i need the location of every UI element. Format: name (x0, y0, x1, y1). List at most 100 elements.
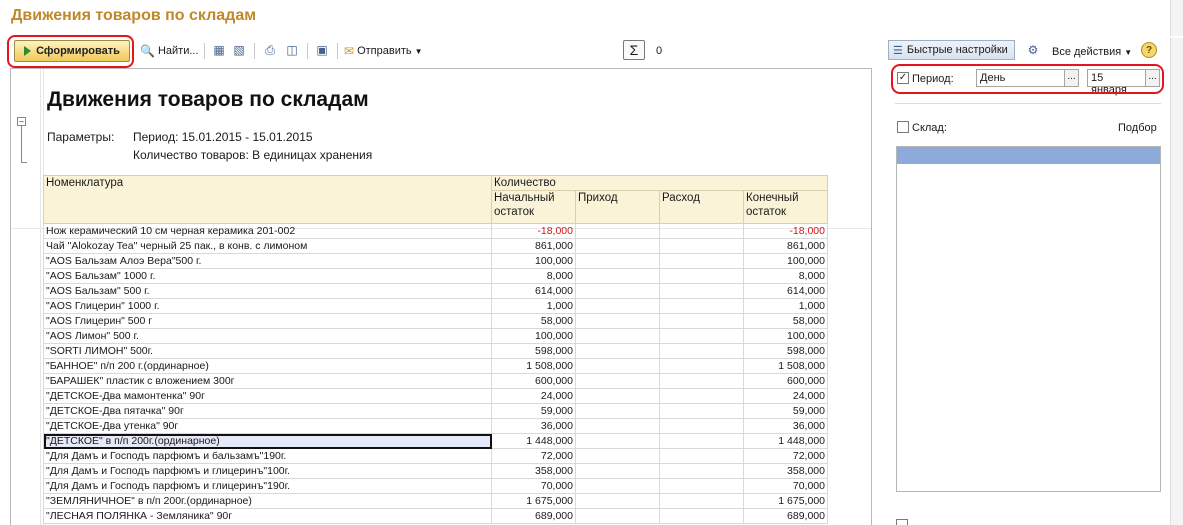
cell-in[interactable] (575, 478, 660, 494)
cell-name[interactable]: "AOS Бальзам Алоэ Вера"500 г. (43, 253, 492, 269)
cell-start[interactable]: 358,000 (491, 463, 576, 479)
cell-in[interactable] (575, 463, 660, 479)
cell-name[interactable]: "Для Дамъ и Господъ парфюмъ и бальзамъ"1… (43, 448, 492, 464)
cell-out[interactable] (659, 358, 744, 374)
cell-in[interactable] (575, 223, 660, 239)
cell-out[interactable] (659, 493, 744, 509)
cell-name[interactable]: "БАРАШЕК" пластик с вложением 300г (43, 373, 492, 389)
cell-name[interactable]: "AOS Бальзам" 1000 г. (43, 268, 492, 284)
cell-start[interactable]: 1 508,000 (491, 358, 576, 374)
cell-end[interactable]: 600,000 (743, 373, 828, 389)
cell-out[interactable] (659, 343, 744, 359)
table-row[interactable]: "ЗЕМЛЯНИЧНОЕ" в п/п 200г.(ординарное) 1 6… (43, 493, 828, 509)
cell-in[interactable] (575, 298, 660, 314)
cell-in[interactable] (575, 238, 660, 254)
cell-in[interactable] (575, 388, 660, 404)
cell-in[interactable] (575, 313, 660, 329)
cell-end[interactable]: 1 508,000 (743, 358, 828, 374)
print-preview-icon[interactable]: ◫ (284, 42, 300, 58)
cell-start[interactable]: 614,000 (491, 283, 576, 299)
cell-in[interactable] (575, 433, 660, 449)
send-button[interactable]: ✉ Отправить ▼ (344, 41, 423, 61)
cell-start[interactable]: 1 675,000 (491, 493, 576, 509)
find-button[interactable]: 🔍 Найти... (140, 41, 199, 61)
cell-start[interactable]: 72,000 (491, 448, 576, 464)
cell-start[interactable]: 70,000 (491, 478, 576, 494)
cell-name[interactable]: "AOS Бальзам" 500 г. (43, 283, 492, 299)
cell-name[interactable]: "ЗЕМЛЯНИЧНОЕ" в п/п 200г.(ординарное) (43, 493, 492, 509)
cell-in[interactable] (575, 448, 660, 464)
cell-end[interactable]: 1,000 (743, 298, 828, 314)
cell-end[interactable]: 8,000 (743, 268, 828, 284)
cell-start[interactable]: 100,000 (491, 253, 576, 269)
cell-start[interactable]: 1,000 (491, 298, 576, 314)
table-row[interactable]: Нож керамический 10 см черная керамика 2… (43, 223, 828, 239)
cell-start[interactable]: 689,000 (491, 508, 576, 524)
cell-out[interactable] (659, 388, 744, 404)
table-row[interactable]: "ДЕТСКОЕ" в п/п 200г.(ординарное) 1 448,0… (43, 433, 828, 449)
next-setting-checkbox[interactable] (896, 519, 908, 525)
cell-start[interactable]: 100,000 (491, 328, 576, 344)
cell-start[interactable]: 24,000 (491, 388, 576, 404)
table-row[interactable]: "БАРАШЕК" пластик с вложением 300г 600,00… (43, 373, 828, 389)
table-row[interactable]: "AOS Лимон" 500 г. 100,000 100,000 (43, 328, 828, 344)
cell-in[interactable] (575, 508, 660, 524)
cell-start[interactable]: -18,000 (491, 223, 576, 239)
cell-in[interactable] (575, 268, 660, 284)
cell-end[interactable]: 24,000 (743, 388, 828, 404)
window-scrollbar[interactable] (1170, 38, 1183, 525)
cell-in[interactable] (575, 283, 660, 299)
cell-out[interactable] (659, 283, 744, 299)
table-row[interactable]: "AOS Бальзам Алоэ Вера"500 г. 100,000 100,… (43, 253, 828, 269)
cell-start[interactable]: 598,000 (491, 343, 576, 359)
cell-end[interactable]: 358,000 (743, 463, 828, 479)
warehouse-list[interactable] (896, 146, 1161, 492)
cell-in[interactable] (575, 493, 660, 509)
cell-end[interactable]: 58,000 (743, 313, 828, 329)
cell-out[interactable] (659, 253, 744, 269)
cell-name[interactable]: "ДЕТСКОЕ-Два мамонтенка" 90г (43, 388, 492, 404)
cell-name[interactable]: "ДЕТСКОЕ" в п/п 200г.(ординарное) (43, 433, 492, 449)
cell-name[interactable]: "ЛЕСНАЯ ПОЛЯНКА - Земляника" 90г (43, 508, 492, 524)
table-row[interactable]: "AOS Глицерин" 500 г 58,000 58,000 (43, 313, 828, 329)
cell-in[interactable] (575, 358, 660, 374)
cell-out[interactable] (659, 373, 744, 389)
cell-out[interactable] (659, 478, 744, 494)
cell-name[interactable]: "БАННОЕ" п/п 200 г.(ординарное) (43, 358, 492, 374)
cell-start[interactable]: 861,000 (491, 238, 576, 254)
warehouse-checkbox[interactable] (897, 121, 909, 133)
cell-start[interactable]: 58,000 (491, 313, 576, 329)
save-icon[interactable]: ▣ (314, 42, 330, 58)
quick-settings-button[interactable]: ☰ Быстрые настройки (888, 40, 1015, 60)
cell-out[interactable] (659, 403, 744, 419)
table-row[interactable]: "Для Дамъ и Господъ парфюмъ и глицеринъ"… (43, 463, 828, 479)
cell-out[interactable] (659, 223, 744, 239)
cell-name[interactable]: "Для Дамъ и Господъ парфюмъ и глицеринъ"… (43, 478, 492, 494)
cell-in[interactable] (575, 328, 660, 344)
table-row[interactable]: "БАННОЕ" п/п 200 г.(ординарное) 1 508,000… (43, 358, 828, 374)
cell-start[interactable]: 8,000 (491, 268, 576, 284)
table-row[interactable]: "Для Дамъ и Господъ парфюмъ и глицеринъ"… (43, 478, 828, 494)
cell-out[interactable] (659, 238, 744, 254)
list-selection-row[interactable] (897, 147, 1160, 164)
table-row[interactable]: "Для Дамъ и Господъ парфюмъ и бальзамъ"1… (43, 448, 828, 464)
cell-end[interactable]: 100,000 (743, 253, 828, 269)
report-settings-icon[interactable]: ⚙ (1025, 42, 1041, 58)
cell-start[interactable]: 1 448,000 (491, 433, 576, 449)
cell-end[interactable]: 861,000 (743, 238, 828, 254)
cell-name[interactable]: "SORTI ЛИМОН" 500г. (43, 343, 492, 359)
cell-out[interactable] (659, 268, 744, 284)
all-actions-menu[interactable]: Все действия ▼ (1052, 42, 1132, 62)
cell-out[interactable] (659, 448, 744, 464)
cell-end[interactable]: 70,000 (743, 478, 828, 494)
pick-link[interactable]: Подбор (1118, 122, 1157, 134)
collapse-groups-icon[interactable]: ▧ (231, 42, 247, 58)
cell-in[interactable] (575, 373, 660, 389)
table-row[interactable]: "ДЕТСКОЕ-Два утенка" 90г 36,000 36,000 (43, 418, 828, 434)
cell-name[interactable]: "ДЕТСКОЕ-Два пятачка" 90г (43, 403, 492, 419)
cell-start[interactable]: 59,000 (491, 403, 576, 419)
cell-out[interactable] (659, 508, 744, 524)
report-spreadsheet[interactable]: – Движения товаров по складам Параметры:… (10, 68, 872, 525)
cell-out[interactable] (659, 298, 744, 314)
cell-end[interactable]: 100,000 (743, 328, 828, 344)
